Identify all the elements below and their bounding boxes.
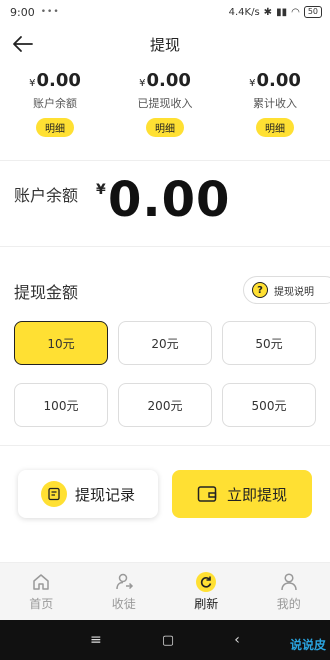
- stat-value: 0.00: [256, 70, 301, 91]
- share-user-icon: [113, 571, 135, 593]
- network-speed: 4.4K/s: [228, 6, 260, 18]
- stats-row: ¥ 0.00 账户余额 明细 ¥ 0.00 已提现收入 明细 ¥ 0.00 累计…: [0, 70, 330, 150]
- wifi-icon: ◠: [291, 6, 300, 18]
- amount-option-10[interactable]: 10元: [14, 321, 108, 365]
- home-icon: [30, 571, 52, 593]
- amount-option-500[interactable]: 500元: [222, 383, 316, 427]
- nav-refresh[interactable]: 刷新: [165, 563, 248, 620]
- amount-option-200[interactable]: 200元: [118, 383, 212, 427]
- stat-value: 0.00: [36, 70, 81, 91]
- record-label: 提现记录: [74, 485, 135, 504]
- amount-title: 提现金额: [14, 283, 79, 302]
- withdraw-now-button[interactable]: 立即提现: [172, 470, 312, 518]
- stat-total: ¥ 0.00 累计收入 明细: [220, 70, 330, 150]
- battery-icon: 50: [303, 6, 322, 18]
- bluetooth-icon: ✱: [263, 6, 273, 18]
- withdraw-record-button[interactable]: 提现记录: [18, 470, 158, 518]
- stat-balance: ¥ 0.00 账户余额 明细: [0, 70, 110, 150]
- back-arrow-icon[interactable]: [12, 34, 34, 54]
- menu-icon[interactable]: ≡: [90, 632, 102, 648]
- explain-label: 提现说明: [274, 286, 314, 298]
- stat-label: 累计收入: [253, 97, 297, 110]
- stat-label: 已提现收入: [137, 97, 193, 110]
- stat-currency: ¥: [249, 78, 256, 89]
- nav-label: 收徒: [111, 597, 136, 611]
- home-square-icon[interactable]: ▢: [162, 633, 174, 648]
- stat-value: 0.00: [146, 70, 191, 91]
- stat-currency: ¥: [139, 78, 146, 89]
- nav-label: 首页: [29, 597, 54, 611]
- watermark: 说说皮: [289, 638, 326, 652]
- back-triangle-icon[interactable]: ‹: [234, 632, 240, 648]
- balance-label: 账户余额: [14, 186, 79, 205]
- notification-dots-icon: •••: [40, 7, 60, 17]
- amount-option-50[interactable]: 50元: [222, 321, 316, 365]
- status-bar: 9:00 ••• 4.4K/s ✱ ▮▮ ◠ 50: [0, 0, 330, 24]
- refresh-icon: [195, 571, 217, 593]
- signal-icon: ▮▮: [276, 6, 288, 18]
- balance-currency: ¥: [96, 182, 106, 198]
- page-title: 提现: [149, 35, 180, 54]
- profile-icon: [278, 571, 300, 593]
- divider: [0, 445, 330, 446]
- nav-recruit[interactable]: 收徒: [83, 563, 166, 620]
- divider: [0, 160, 330, 161]
- divider: [0, 246, 330, 247]
- question-icon: ?: [252, 282, 268, 298]
- detail-button-total[interactable]: 明细: [256, 118, 294, 137]
- bottom-nav: 首页 收徒 刷新 我的: [0, 562, 330, 620]
- system-nav-bar: ≡ ▢ ‹: [0, 620, 330, 660]
- detail-button-balance[interactable]: 明细: [36, 118, 74, 137]
- nav-home[interactable]: 首页: [0, 563, 83, 620]
- nav-label: 刷新: [194, 597, 219, 611]
- stat-label: 账户余额: [33, 97, 77, 110]
- detail-button-withdrawn[interactable]: 明细: [146, 118, 184, 137]
- amount-option-100[interactable]: 100元: [14, 383, 108, 427]
- wallet-icon: [197, 486, 217, 502]
- stat-withdrawn: ¥ 0.00 已提现收入 明细: [110, 70, 220, 150]
- stat-currency: ¥: [29, 78, 36, 89]
- withdraw-label: 立即提现: [226, 485, 287, 504]
- header: 提现: [0, 28, 330, 60]
- record-icon: [40, 481, 67, 507]
- amount-option-20[interactable]: 20元: [118, 321, 212, 365]
- nav-label: 我的: [276, 597, 301, 611]
- nav-profile[interactable]: 我的: [248, 563, 330, 620]
- status-time: 9:00: [10, 5, 35, 19]
- withdraw-explain-button[interactable]: ? 提现说明: [243, 276, 330, 304]
- balance-value: 0.00: [108, 172, 231, 228]
